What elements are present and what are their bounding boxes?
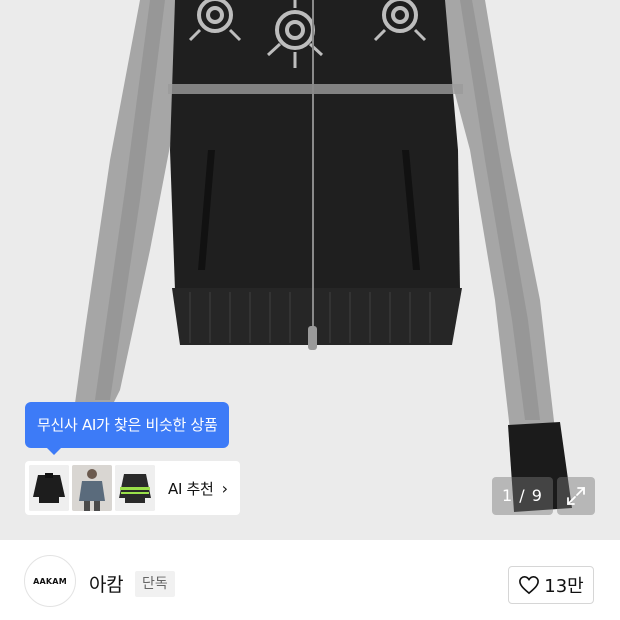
brand-name[interactable]: 아캄	[89, 570, 124, 597]
striped-jacket-thumb-icon	[115, 465, 155, 511]
like-count: 13만	[544, 576, 584, 597]
product-image-carousel[interactable]: 무신사 AI가 찾은 비슷한 상품 AI 추천 › 1 / 9	[0, 0, 620, 540]
exclusive-badge: 단독	[135, 571, 175, 597]
like-button[interactable]: 13만	[508, 566, 594, 604]
ai-thumb-1[interactable]	[29, 465, 69, 511]
image-pager: 1 / 9	[492, 477, 553, 515]
chevron-right-icon: ›	[221, 478, 228, 498]
brand-logo[interactable]: AAKAM	[24, 555, 76, 607]
heart-outline-icon	[519, 575, 540, 595]
ai-recommend-tooltip[interactable]: 무신사 AI가 찾은 비슷한 상품	[25, 402, 230, 455]
model-jacket-thumb-icon	[72, 465, 112, 511]
ai-recommend-label: AI 추천	[168, 479, 214, 498]
ai-recommend-card[interactable]: AI 추천 ›	[25, 461, 240, 515]
ai-thumb-2[interactable]	[72, 465, 112, 511]
expand-button[interactable]	[557, 477, 595, 515]
ai-thumb-3[interactable]	[115, 465, 155, 511]
black-sweater-thumb-icon	[29, 465, 69, 511]
expand-icon	[567, 487, 585, 505]
knit-zip-cardigan-image	[70, 0, 572, 512]
